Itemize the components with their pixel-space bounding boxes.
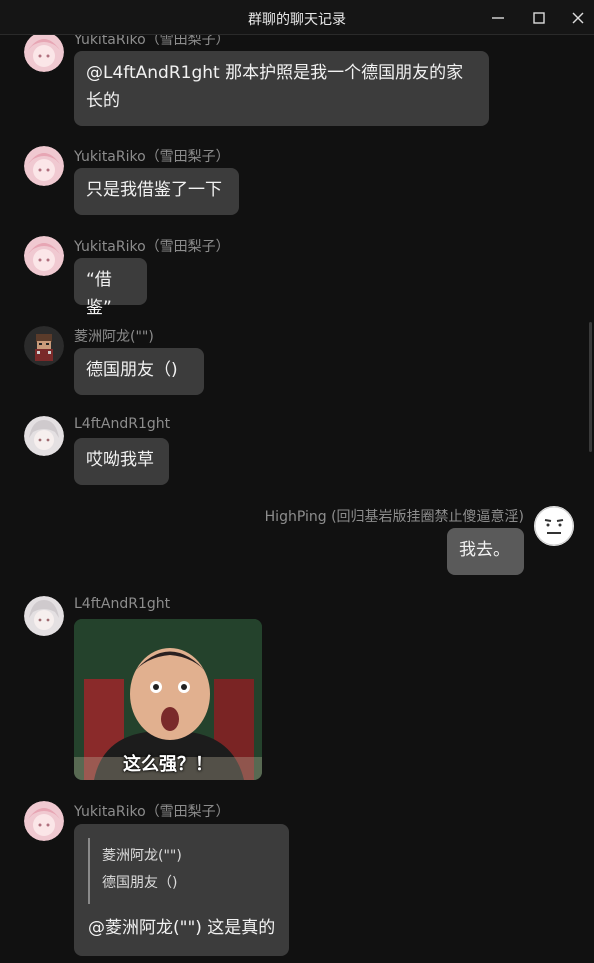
reply-text: @菱洲阿龙("") 这是真的	[88, 918, 276, 938]
sender-name: HighPing (回归基岩版挂圈禁止傻逼意淫)	[264, 509, 524, 525]
pink-anime-avatar[interactable]	[24, 35, 64, 72]
message-bubble[interactable]: 我去。	[447, 528, 524, 575]
maximize-icon[interactable]	[529, 8, 549, 28]
pink-anime-avatar[interactable]	[24, 801, 64, 841]
sender-name: L4ftAndR1ght	[74, 416, 171, 432]
white-hair-anime-avatar[interactable]	[24, 416, 64, 456]
close-icon[interactable]	[568, 8, 588, 28]
message-bubble[interactable]: 菱洲阿龙("") 德国朋友（) @菱洲阿龙("") 这是真的	[74, 824, 289, 956]
meh-face-avatar[interactable]	[534, 506, 574, 546]
sender-name: YukitaRiko（雪田梨子）	[74, 149, 230, 165]
scrollbar-thumb[interactable]	[589, 322, 592, 452]
quote-sender: 菱洲阿龙("")	[102, 848, 182, 864]
image-message[interactable]: 这么强？！	[74, 619, 262, 780]
sender-name: L4ftAndR1ght	[74, 596, 171, 612]
pink-anime-avatar[interactable]	[24, 236, 64, 276]
image-caption: 这么强？！	[123, 754, 213, 775]
message-bubble[interactable]: “借鉴”	[74, 258, 147, 318]
title-bar: 群聊的聊天记录	[0, 0, 594, 35]
message-bubble[interactable]: 只是我借鉴了一下	[74, 168, 239, 215]
message-bubble[interactable]: 哎呦我草	[74, 438, 169, 485]
pink-anime-avatar[interactable]	[24, 146, 64, 186]
quote-text: 德国朋友（)	[102, 875, 178, 891]
message-bubble[interactable]: 德国朋友（)	[74, 348, 204, 395]
message-bubble[interactable]: @L4ftAndR1ght 那本护照是我一个德国朋友的家长的	[74, 51, 489, 126]
sender-name: YukitaRiko（雪田梨子）	[74, 239, 230, 255]
white-hair-anime-avatar[interactable]	[24, 596, 64, 636]
sender-name: YukitaRiko（雪田梨子）	[74, 35, 230, 48]
sender-name: YukitaRiko（雪田梨子）	[74, 804, 230, 820]
minimize-icon[interactable]	[488, 8, 508, 28]
pixel-character-avatar[interactable]	[24, 326, 64, 366]
sender-name: 菱洲阿龙("")	[74, 329, 154, 345]
quoted-message[interactable]: 菱洲阿龙("") 德国朋友（)	[88, 838, 268, 904]
chat-history[interactable]: YukitaRiko（雪田梨子） @L4ftAndR1ght 那本护照是我一个德…	[0, 35, 594, 963]
